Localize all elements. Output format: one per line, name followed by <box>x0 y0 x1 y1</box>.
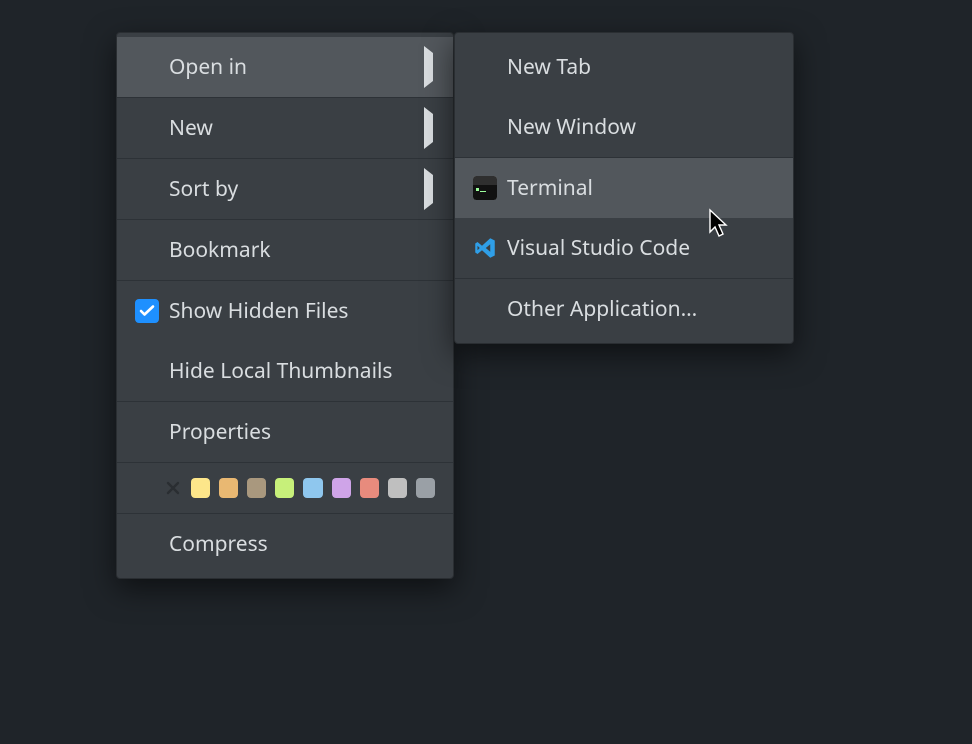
menu-item-label: Open in <box>169 53 424 81</box>
color-tag-4[interactable] <box>275 478 294 498</box>
color-tag-5[interactable] <box>303 478 322 498</box>
menu-item-label: New Window <box>507 113 773 141</box>
submenu-arrow-icon <box>424 53 433 81</box>
menu-item-new[interactable]: New <box>117 98 453 158</box>
submenu-item-vscode[interactable]: Visual Studio Code <box>455 218 793 278</box>
color-tag-7[interactable] <box>360 478 379 498</box>
submenu-arrow-icon <box>424 114 433 142</box>
menu-item-label: Properties <box>169 418 433 446</box>
menu-item-show-hidden[interactable]: Show Hidden Files <box>117 281 453 341</box>
color-tag-9[interactable] <box>416 478 435 498</box>
menu-item-label: Other Application… <box>507 295 773 323</box>
menu-item-compress[interactable]: Compress <box>117 514 453 574</box>
menu-item-hide-thumbnails[interactable]: Hide Local Thumbnails <box>117 341 453 401</box>
color-tag-6[interactable] <box>332 478 351 498</box>
terminal-icon <box>469 176 501 200</box>
submenu-item-terminal[interactable]: Terminal <box>455 158 793 218</box>
menu-item-label: Bookmark <box>169 236 433 264</box>
menu-item-label: New <box>169 114 424 142</box>
submenu-item-new-tab[interactable]: New Tab <box>455 37 793 97</box>
menu-item-label: Sort by <box>169 175 424 203</box>
submenu-item-other-application[interactable]: Other Application… <box>455 279 793 339</box>
color-tag-row <box>117 463 453 513</box>
menu-item-bookmark[interactable]: Bookmark <box>117 220 453 280</box>
menu-item-label: Show Hidden Files <box>169 297 433 325</box>
context-menu: Open in New Sort by Bookmark Show Hidden… <box>116 32 454 579</box>
color-tag-2[interactable] <box>219 478 238 498</box>
color-tag-clear[interactable] <box>163 478 182 498</box>
submenu-item-new-window[interactable]: New Window <box>455 97 793 157</box>
check-icon <box>135 299 159 323</box>
menu-item-label: Compress <box>169 530 433 558</box>
menu-item-properties[interactable]: Properties <box>117 402 453 462</box>
menu-item-sort-by[interactable]: Sort by <box>117 159 453 219</box>
color-tag-8[interactable] <box>388 478 407 498</box>
menu-item-label: New Tab <box>507 53 773 81</box>
menu-item-label: Visual Studio Code <box>507 234 773 262</box>
color-tag-1[interactable] <box>191 478 210 498</box>
menu-item-label: Terminal <box>507 174 773 202</box>
vscode-icon <box>469 236 501 260</box>
menu-item-label: Hide Local Thumbnails <box>169 357 433 385</box>
submenu-open-in: New Tab New Window Terminal Visual Studi… <box>454 32 794 344</box>
submenu-arrow-icon <box>424 175 433 203</box>
color-tag-3[interactable] <box>247 478 266 498</box>
checkbox-show-hidden[interactable] <box>131 299 163 323</box>
menu-item-open-in[interactable]: Open in <box>117 37 453 97</box>
